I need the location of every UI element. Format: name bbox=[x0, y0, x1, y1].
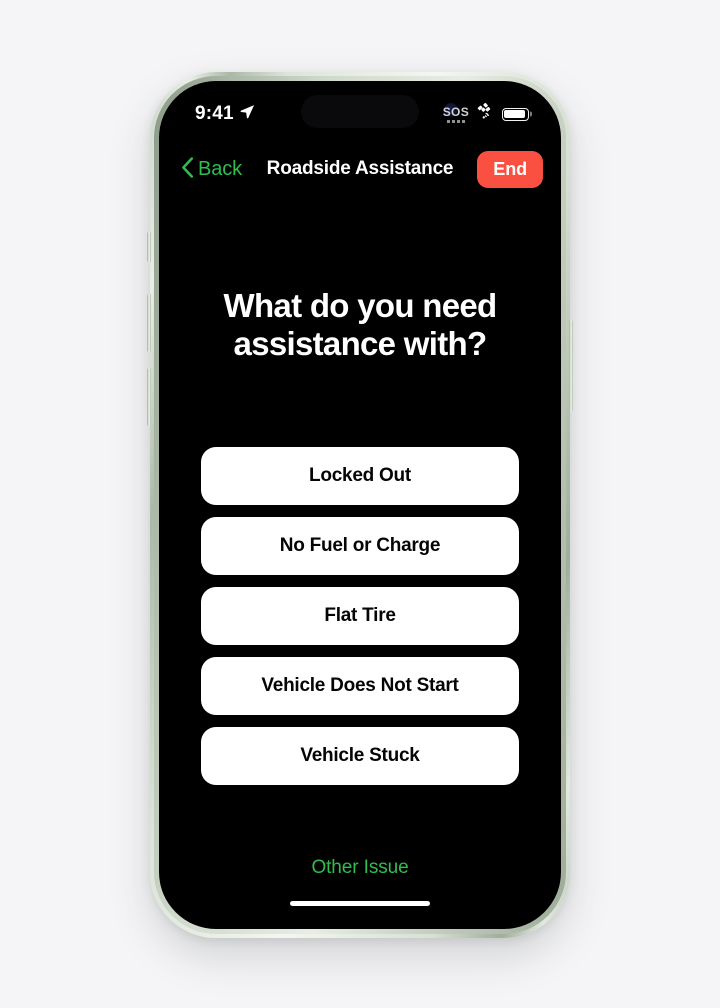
option-vehicle-stuck[interactable]: Vehicle Stuck bbox=[201, 727, 519, 785]
option-vehicle-does-not-start[interactable]: Vehicle Does Not Start bbox=[201, 657, 519, 715]
sos-signal-dots bbox=[446, 119, 465, 123]
chevron-left-icon bbox=[181, 157, 194, 181]
status-bar-left: 9:41 bbox=[195, 103, 255, 125]
volume-down-button[interactable] bbox=[147, 368, 151, 426]
back-button[interactable]: Back bbox=[179, 153, 244, 185]
navigation-bar: Back Roadside Assistance End bbox=[159, 145, 561, 193]
phone-screen: 9:41 SOS Back Roadside Assistance End Wh… bbox=[159, 81, 561, 929]
iphone-device: 9:41 SOS Back Roadside Assistance End Wh… bbox=[147, 72, 573, 938]
end-button[interactable]: End bbox=[477, 150, 543, 188]
option-no-fuel-or-charge[interactable]: No Fuel or Charge bbox=[201, 517, 519, 575]
sos-label: SOS bbox=[442, 104, 469, 119]
sos-indicator: SOS bbox=[443, 106, 469, 123]
assistance-options-list: Locked Out No Fuel or Charge Flat Tire V… bbox=[201, 447, 519, 785]
status-bar: 9:41 SOS bbox=[159, 99, 561, 129]
status-bar-right: SOS bbox=[443, 102, 529, 126]
option-flat-tire[interactable]: Flat Tire bbox=[201, 587, 519, 645]
location-arrow-icon bbox=[240, 104, 255, 124]
silent-switch-button[interactable] bbox=[147, 232, 151, 262]
power-button[interactable] bbox=[569, 320, 573, 412]
home-indicator[interactable] bbox=[290, 901, 430, 906]
battery-fill bbox=[504, 109, 525, 119]
headline-question: What do you need assistance with? bbox=[223, 287, 498, 363]
screenshot-stage: 9:41 SOS Back Roadside Assistance End Wh… bbox=[0, 0, 720, 1008]
satellite-icon bbox=[476, 102, 495, 126]
back-button-label: Back bbox=[198, 157, 243, 180]
battery-icon bbox=[502, 107, 529, 121]
status-time: 9:41 bbox=[195, 103, 234, 124]
option-locked-out[interactable]: Locked Out bbox=[201, 447, 519, 505]
other-issue-link[interactable]: Other Issue bbox=[159, 857, 561, 879]
volume-up-button[interactable] bbox=[147, 294, 151, 352]
